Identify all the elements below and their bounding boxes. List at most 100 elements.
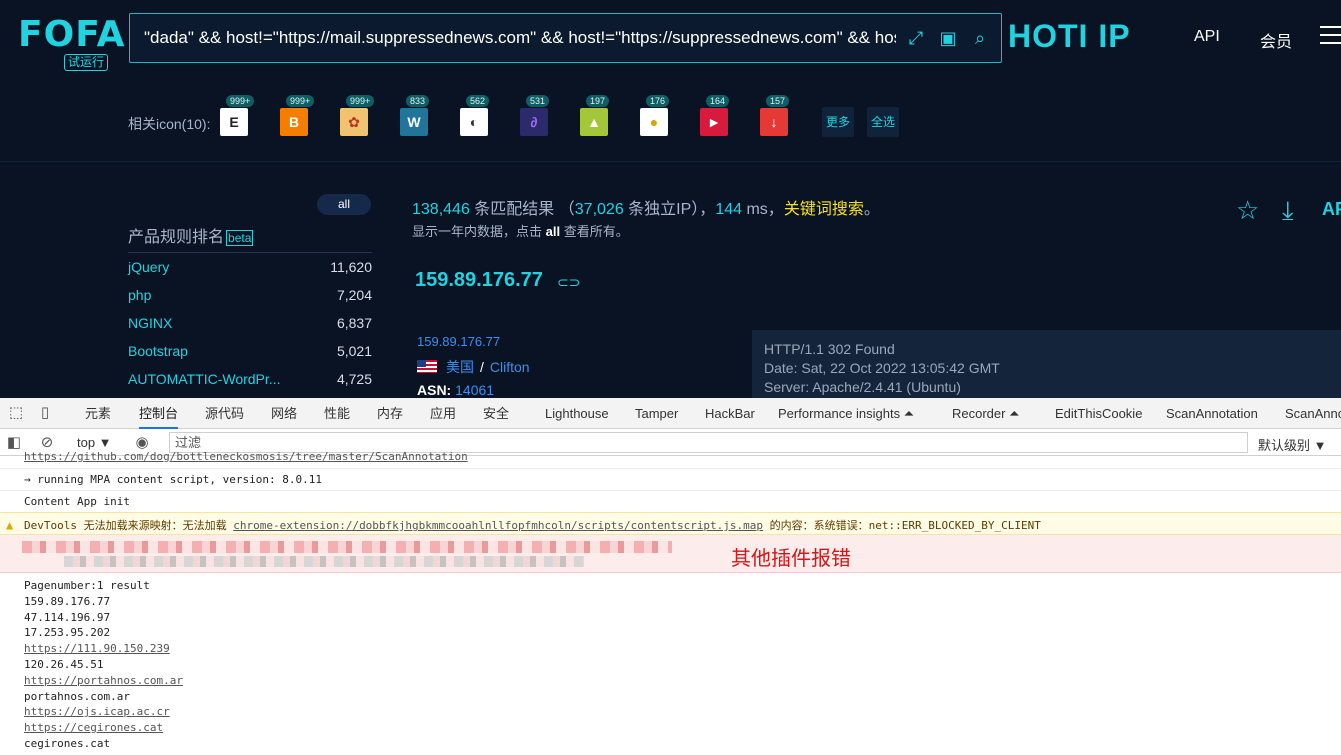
result-location: 美国 / Clifton: [446, 357, 530, 377]
sourcemap-link[interactable]: chrome-extension://dobbfkjhgbkmmcooahlnl…: [233, 519, 763, 532]
icon-count-badge: 999+: [226, 95, 255, 107]
eye-icon[interactable]: ◉: [133, 435, 151, 451]
devtools-tab[interactable]: Lighthouse: [545, 398, 609, 429]
country-link[interactable]: 美国: [446, 359, 474, 375]
city-link[interactable]: Clifton: [490, 359, 530, 375]
us-flag-icon: [417, 360, 437, 373]
related-icon-item[interactable]: ✿ 999+: [340, 95, 375, 136]
devtools-tab[interactable]: 安全: [483, 398, 509, 429]
icon-count-badge: 562: [466, 95, 490, 107]
divider: [0, 490, 1341, 491]
period: 。: [863, 201, 880, 218]
file-search-icon[interactable]: ▣: [937, 27, 959, 49]
related-icon-item[interactable]: ↓ 157: [760, 95, 790, 136]
download-logo-icon: ↓: [760, 108, 788, 136]
comma: ，: [767, 201, 784, 218]
related-icon-item[interactable]: ▲ 197: [580, 95, 610, 136]
console-output-line: 159.89.176.77: [24, 594, 111, 608]
select-all-icons-button[interactable]: 全选: [867, 107, 900, 137]
ranking-product-name[interactable]: php: [128, 287, 151, 303]
github-link[interactable]: https://github.com/dog/bottleneckosmosis…: [24, 450, 468, 463]
fofa-page: FOFA 试运行 "dada" && host!="https://mail.s…: [0, 0, 1341, 398]
devtools-tab[interactable]: Tamper: [635, 398, 678, 429]
icon-count-badge: 999+: [346, 95, 375, 107]
ranking-row[interactable]: Bootstrap 5,021: [128, 343, 372, 363]
console-output-line: 47.114.196.97: [24, 610, 111, 624]
console-output-line[interactable]: https://ojs.icap.ac.cr: [24, 705, 170, 718]
console-output-line[interactable]: https://portahnos.com.ar: [24, 674, 183, 687]
devtools-tab[interactable]: Performance insights ⏶: [778, 398, 914, 429]
ranking-product-count: 5,021: [336, 343, 372, 359]
warning-message: DevTools 无法加载来源映射：无法加载 chrome-extension:…: [24, 517, 1041, 533]
context-selector[interactable]: top ▼: [77, 435, 112, 450]
more-icons-button[interactable]: 更多: [822, 107, 855, 137]
api-shortcut[interactable]: AP: [1322, 199, 1341, 220]
search-icon[interactable]: ⌕: [969, 27, 991, 49]
devtools-tab[interactable]: 元素: [85, 398, 111, 429]
related-icon-item[interactable]: ∂ 531: [520, 95, 550, 136]
hamburger-menu-icon[interactable]: [1320, 26, 1341, 50]
devtools-tab[interactable]: 应用: [430, 398, 456, 429]
devtools-tab[interactable]: ScanAnnotation: [1285, 398, 1341, 429]
related-icon-item[interactable]: B 999+: [280, 95, 315, 136]
http-date-line: Date: Sat, 22 Oct 2022 13:05:42 GMT: [764, 360, 1000, 376]
devtools-tab[interactable]: ScanAnnotation: [1166, 398, 1258, 429]
expand-icon[interactable]: ⤢: [905, 27, 927, 49]
search-tools: ⤢ ▣ ⌕: [905, 27, 991, 49]
log-level-dropdown[interactable]: 默认级别 ▼: [1258, 435, 1326, 454]
console-source-link: https://github.com/dog/bottleneckosmosis…: [24, 450, 468, 463]
devtools-tab[interactable]: HackBar: [705, 398, 755, 429]
hoti-ip-link[interactable]: HOTI IP: [1008, 18, 1131, 55]
asn-link[interactable]: 14061: [455, 382, 494, 398]
c-logo-icon: ∂: [520, 108, 548, 136]
redacted-error-text: [22, 541, 672, 553]
nav-member-link[interactable]: 会员: [1260, 28, 1292, 52]
search-input[interactable]: "dada" && host!="https://mail.suppressed…: [144, 14, 896, 62]
asn-label: ASN:: [417, 382, 452, 398]
http-status-line: HTTP/1.1 302 Found: [764, 341, 895, 357]
devtools-tab[interactable]: 网络: [271, 398, 297, 429]
devtools-tab[interactable]: 控制台: [139, 398, 179, 429]
devtools-tab[interactable]: 内存: [377, 398, 403, 429]
related-icon-item[interactable]: ● 176: [640, 95, 670, 136]
download-icon[interactable]: ⤓: [1282, 195, 1294, 227]
sidebar-toggle-icon[interactable]: ◧: [5, 435, 23, 451]
ranking-product-name[interactable]: jQuery: [128, 259, 169, 275]
result-ip-title[interactable]: 159.89.176.77: [415, 269, 543, 292]
star-icon[interactable]: ☆: [1236, 195, 1259, 226]
ranking-product-name[interactable]: NGINX: [128, 315, 172, 331]
ranking-product-name[interactable]: AUTOMATTIC-WordPr...: [128, 371, 280, 387]
fofa-logo[interactable]: FOFA 试运行: [18, 14, 125, 74]
related-icon-item[interactable]: W 833: [400, 95, 430, 136]
console-output-line[interactable]: https://cegirones.cat: [24, 721, 163, 734]
related-icon-item[interactable]: ► 164: [700, 95, 730, 136]
related-icon-item[interactable]: E 999+: [220, 95, 255, 136]
nav-api-link[interactable]: API: [1194, 28, 1220, 46]
query-time-unit: ms: [746, 201, 768, 218]
play-logo-icon: ►: [700, 108, 728, 136]
result-ip-link[interactable]: 159.89.176.77: [417, 334, 500, 349]
product-ranking-title-text: 产品规则排名: [128, 229, 225, 246]
show-all-link[interactable]: all: [546, 224, 560, 239]
ranking-row[interactable]: php 7,204: [128, 287, 372, 307]
inspect-element-icon[interactable]: ⬚: [7, 405, 25, 421]
stats-sub-prefix: 显示一年内数据，点击: [412, 224, 543, 239]
device-toolbar-icon[interactable]: ▯: [36, 405, 54, 421]
console-output-line: cegirones.cat: [24, 737, 111, 750]
clear-console-icon[interactable]: ⊘: [38, 435, 56, 451]
ranking-row[interactable]: NGINX 6,837: [128, 315, 372, 335]
related-icon-item[interactable]: ◐ 562: [460, 95, 490, 136]
ranking-product-name[interactable]: Bootstrap: [128, 343, 188, 359]
devtools-tab[interactable]: Recorder ⏶: [952, 398, 1019, 429]
keyword-search-link[interactable]: 关键词搜索: [784, 201, 864, 218]
stats-subtext: 显示一年内数据，点击 all 查看所有。: [412, 221, 629, 240]
devtools-tab[interactable]: EditThisCookie: [1055, 398, 1142, 429]
bird-logo-icon: ●: [640, 108, 668, 136]
link-icon[interactable]: ⊂⊃: [557, 274, 580, 291]
devtools-tab[interactable]: 源代码: [205, 398, 244, 429]
devtools-tab[interactable]: 性能: [324, 398, 350, 429]
console-output-line[interactable]: https://111.90.150.239: [24, 642, 170, 655]
all-toggle-button[interactable]: all: [317, 194, 371, 215]
ranking-row[interactable]: jQuery 11,620: [128, 259, 372, 279]
ranking-row[interactable]: AUTOMATTIC-WordPr... 4,725: [128, 371, 372, 391]
